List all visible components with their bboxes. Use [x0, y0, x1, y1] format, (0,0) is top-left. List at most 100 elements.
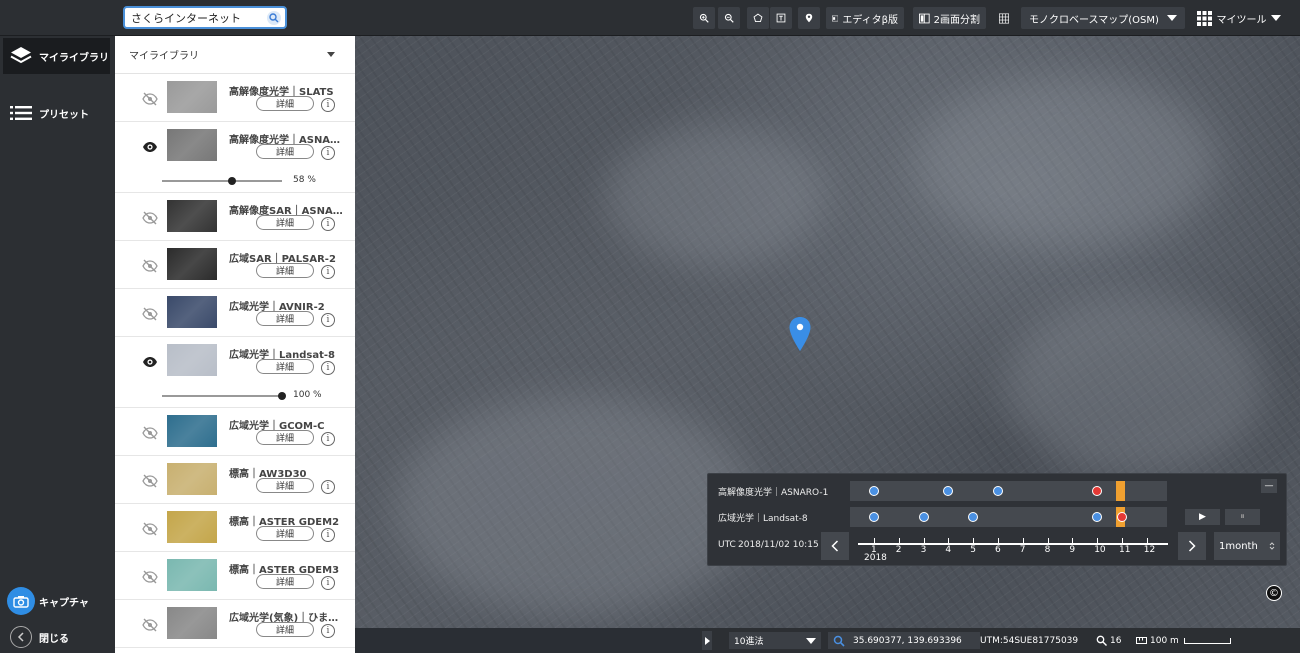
nav-label-my-library: マイライブラリ — [39, 52, 109, 64]
eye-off-icon[interactable] — [142, 92, 158, 106]
detail-button[interactable]: 詳細 — [256, 263, 314, 278]
detail-button[interactable]: 詳細 — [256, 478, 314, 493]
timeline-track[interactable] — [850, 481, 1167, 501]
eye-off-icon[interactable] — [142, 259, 158, 273]
info-icon[interactable]: i — [321, 146, 335, 160]
info-icon[interactable]: i — [321, 217, 335, 231]
layer-item[interactable]: 広域SAR｜PALSAR-2 詳細 i — [115, 241, 355, 289]
close-panel-button[interactable]: 閉じる — [3, 619, 110, 653]
next-button[interactable] — [1178, 532, 1206, 560]
timeline-track[interactable] — [850, 507, 1167, 527]
acquisition-dot[interactable] — [968, 512, 979, 522]
detail-button[interactable]: 詳細 — [256, 215, 314, 230]
chevron-left-icon — [10, 626, 32, 648]
layer-item[interactable]: 広域光学｜AVNIR-2 詳細 i — [115, 289, 355, 337]
pin-tool-button[interactable] — [798, 7, 820, 29]
info-icon[interactable]: i — [321, 624, 335, 638]
search-input[interactable] — [131, 9, 261, 26]
layer-item[interactable]: 標高｜AW3D30 詳細 i — [115, 456, 355, 504]
coordinate-box[interactable]: 35.690377, 139.693396 — [828, 632, 980, 649]
eye-off-icon[interactable] — [142, 474, 158, 488]
text-tool-button[interactable] — [770, 7, 792, 29]
acquisition-dot[interactable] — [1117, 512, 1127, 522]
opacity-slider[interactable] — [162, 392, 286, 400]
acquisition-dot[interactable] — [1092, 512, 1103, 522]
mytool-menu[interactable]: マイツール — [1193, 7, 1285, 29]
acquisition-dot[interactable] — [869, 486, 879, 496]
info-icon[interactable]: i — [321, 361, 335, 375]
eye-off-icon[interactable] — [142, 570, 158, 584]
layer-item[interactable]: 広域光学｜Landsat-8 詳細 i 100 % — [115, 337, 355, 408]
interval-select[interactable]: 1month — [1214, 532, 1280, 560]
info-icon[interactable]: i — [321, 313, 335, 327]
timeline-axis[interactable]: 1 2 3 4 5 6 7 8 9 10 11 12 — [858, 538, 1168, 555]
detail-button[interactable]: 詳細 — [256, 311, 314, 326]
layer-item[interactable]: 標高｜ASTER GDEM3 詳細 i — [115, 552, 355, 600]
eye-open-icon[interactable] — [142, 355, 158, 369]
detail-button[interactable]: 詳細 — [256, 574, 314, 589]
timeline-minimize-button[interactable]: — — [1261, 479, 1277, 493]
layer-item[interactable]: 高解像度光学｜SLATS 詳細 i — [115, 74, 355, 122]
copyright-icon[interactable]: © — [1266, 585, 1282, 601]
timeline-row-label: 広域光学｜Landsat-8 — [718, 514, 808, 524]
detail-button[interactable]: 詳細 — [256, 526, 314, 541]
acquisition-dot[interactable] — [943, 486, 954, 496]
detail-button[interactable]: 詳細 — [256, 430, 314, 445]
search-icon[interactable] — [267, 11, 281, 25]
search-box[interactable] — [123, 6, 287, 29]
info-icon[interactable]: i — [321, 98, 335, 112]
layer-item[interactable]: 高解像度SAR｜ASNA… 詳細 i — [115, 193, 355, 241]
detail-button[interactable]: 詳細 — [256, 622, 314, 637]
polygon-tool-button[interactable] — [747, 7, 769, 29]
detail-button[interactable]: 詳細 — [256, 359, 314, 374]
eye-off-icon[interactable] — [142, 307, 158, 321]
pause-button[interactable]: ⏸ — [1225, 509, 1260, 525]
acquisition-dot[interactable] — [869, 512, 879, 522]
capture-button[interactable]: キャプチャ — [3, 583, 110, 619]
nav-item-my-library[interactable]: マイライブラリ — [3, 38, 110, 74]
month-label: 8 — [1044, 545, 1051, 555]
opacity-slider-handle[interactable] — [278, 392, 286, 400]
month-label: 4 — [945, 545, 952, 555]
info-icon[interactable]: i — [321, 480, 335, 494]
eye-off-icon[interactable] — [142, 522, 158, 536]
acquisition-dot[interactable] — [1092, 486, 1103, 496]
notation-select[interactable]: 10進法 — [729, 632, 821, 649]
timeline-cursor[interactable] — [1116, 481, 1125, 501]
detail-button[interactable]: 詳細 — [256, 96, 314, 111]
library-panel-header[interactable]: マイライブラリ — [115, 36, 355, 74]
split-screen-button[interactable]: 2画面分割 — [913, 7, 986, 29]
info-icon[interactable]: i — [321, 576, 335, 590]
detail-button[interactable]: 詳細 — [256, 144, 314, 159]
layer-list: 高解像度光学｜SLATS 詳細 i 高解像度光学｜ASNA… 詳細 i 58 % 高解像度SA… — [115, 74, 355, 648]
nav-label-preset: プリセット — [39, 109, 89, 121]
acquisition-dot[interactable] — [993, 486, 1003, 496]
axis-tick — [973, 538, 975, 544]
zoom-out-button[interactable] — [718, 7, 740, 29]
layer-thumbnail — [167, 511, 217, 543]
acquisition-dot[interactable] — [918, 512, 929, 522]
layer-thumbnail — [167, 415, 217, 447]
layer-item[interactable]: 標高｜ASTER GDEM2 詳細 i — [115, 504, 355, 552]
layer-item[interactable]: 広域光学｜GCOM-C 詳細 i — [115, 408, 355, 456]
eye-off-icon[interactable] — [142, 211, 158, 225]
play-button[interactable]: ▶ — [1185, 509, 1220, 525]
grid-button[interactable] — [993, 7, 1015, 29]
eye-off-icon[interactable] — [142, 426, 158, 440]
editor-button[interactable]: エディタβ版 — [826, 7, 904, 29]
layer-item[interactable]: 高解像度光学｜ASNA… 詳細 i 58 % — [115, 122, 355, 193]
collapse-panel-handle[interactable] — [702, 631, 712, 650]
info-icon[interactable]: i — [321, 432, 335, 446]
prev-button[interactable] — [821, 532, 849, 560]
info-icon[interactable]: i — [321, 265, 335, 279]
nav-item-preset[interactable]: プリセット — [3, 95, 110, 131]
location-marker-icon[interactable] — [788, 316, 812, 352]
basemap-select[interactable]: モノクロベースマップ(OSM) — [1021, 7, 1185, 29]
opacity-slider-handle[interactable] — [227, 177, 236, 185]
layer-item[interactable]: 広域光学(気象)｜ひま… 詳細 i — [115, 600, 355, 648]
info-icon[interactable]: i — [321, 528, 335, 542]
zoom-in-button[interactable] — [693, 7, 715, 29]
eye-off-icon[interactable] — [142, 618, 158, 632]
eye-open-icon[interactable] — [142, 140, 158, 154]
opacity-slider[interactable] — [162, 177, 282, 185]
